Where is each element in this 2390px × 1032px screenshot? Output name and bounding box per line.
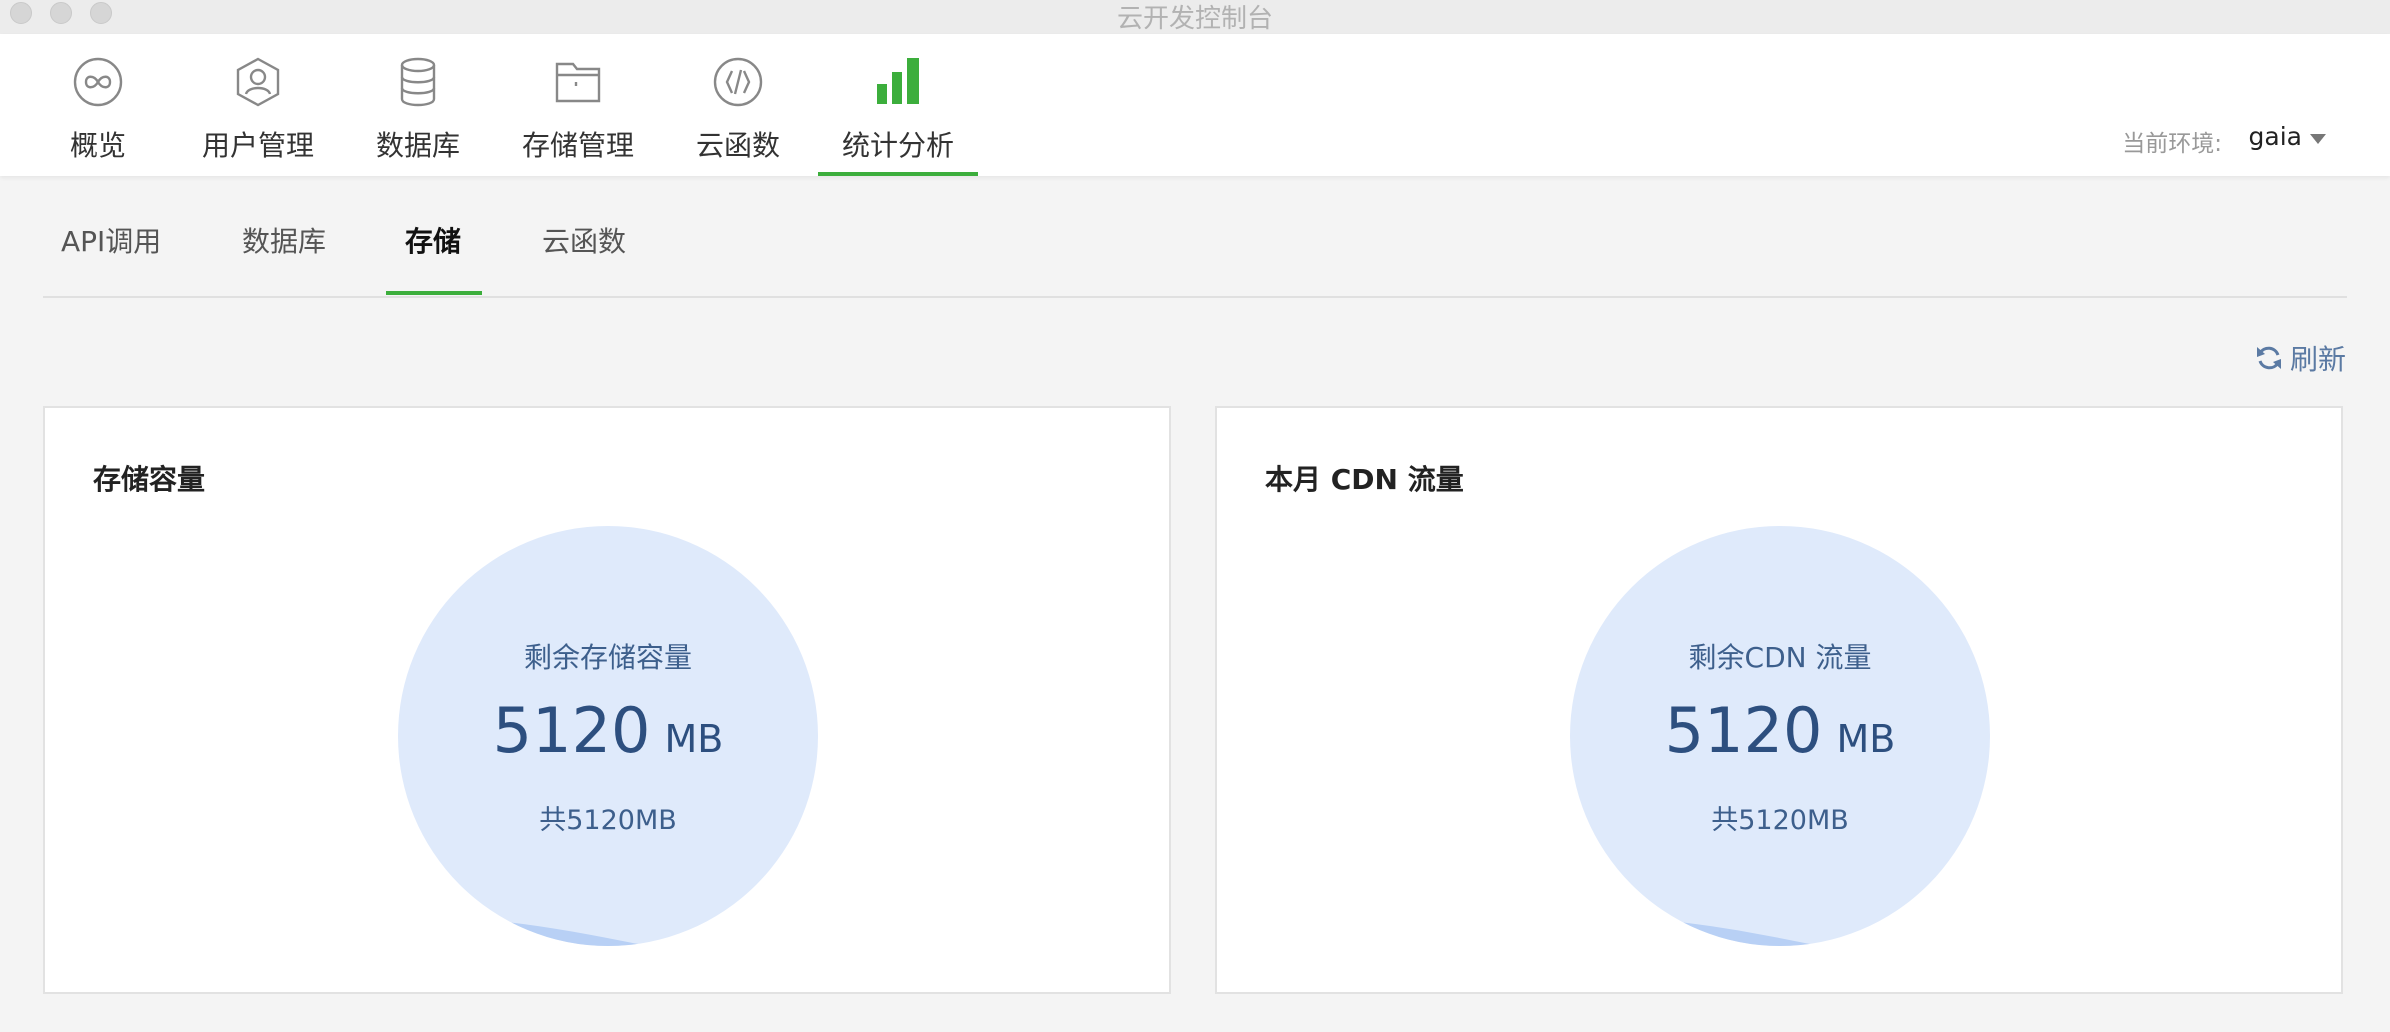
gauge-value-unit: MB: [1836, 717, 1896, 761]
bar-chart-icon: [877, 58, 919, 104]
nav-item-cloud-functions[interactable]: 云函数: [690, 34, 786, 176]
caret-down-icon[interactable]: [2310, 134, 2326, 144]
storage-capacity-card: 存储容量 剩余存储容量 5120 MB 共5120MB: [43, 406, 1171, 994]
tab-api-calls[interactable]: API调用: [61, 220, 161, 260]
nav-label-cloud-functions: 云函数: [696, 129, 781, 162]
tab-cloud-functions[interactable]: 云函数: [542, 220, 626, 260]
card-title: 本月 CDN 流量: [1265, 463, 1464, 496]
window-titlebar: 云开发控制台: [0, 0, 2390, 34]
nav-label-database: 数据库: [376, 129, 461, 162]
gauge-value-number: 5120: [1664, 694, 1823, 767]
environment-selector[interactable]: gaia: [2249, 122, 2302, 151]
nav-item-statistics[interactable]: 统计分析: [818, 34, 978, 176]
top-navigation: 概览 用户管理 数据库 存储管理 云函数 统计分析 当前环境: gaia: [0, 34, 2390, 176]
nav-label-user-management: 用户管理: [202, 129, 315, 162]
gauge-value-number: 5120: [492, 694, 651, 767]
folder-icon: [555, 62, 601, 103]
gauge-label: 剩余CDN 流量: [1688, 641, 1872, 674]
nav-label-statistics: 统计分析: [842, 129, 955, 162]
refresh-label: 刷新: [2289, 343, 2346, 376]
gauge-total: 共5120MB: [1711, 805, 1849, 836]
function-code-icon: [713, 57, 763, 107]
database-icon: [400, 57, 436, 107]
nav-item-overview[interactable]: 概览: [50, 34, 146, 176]
subtab-bar: API调用 数据库 存储 云函数: [43, 176, 2347, 298]
nav-item-database[interactable]: 数据库: [370, 34, 466, 176]
nav-label-storage-management: 存储管理: [522, 129, 635, 162]
nav-label-overview: 概览: [70, 129, 127, 162]
nav-item-user-management[interactable]: 用户管理: [196, 34, 320, 176]
tab-storage[interactable]: 存储: [405, 220, 461, 260]
gauge-total: 共5120MB: [539, 805, 677, 836]
gauge-value: 5120 MB: [398, 694, 818, 767]
gauge-value-unit: MB: [664, 717, 724, 761]
active-tab-indicator: [386, 291, 482, 295]
window-title: 云开发控制台: [1116, 4, 1273, 34]
overview-infinity-icon: [73, 57, 123, 107]
gauge-label: 剩余存储容量: [523, 641, 692, 674]
cdn-gauge: 剩余CDN 流量 5120 MB 共5120MB: [1570, 526, 1990, 946]
user-icon: [236, 57, 280, 107]
cdn-traffic-card: 本月 CDN 流量 剩余CDN 流量 5120 MB 共5120MB: [1215, 406, 2343, 994]
gauge-value: 5120 MB: [1570, 694, 1990, 767]
environment-label: 当前环境:: [2122, 131, 2222, 157]
refresh-icon: [2256, 346, 2281, 370]
tab-database[interactable]: 数据库: [242, 220, 326, 260]
capacity-gauge: 剩余存储容量 5120 MB 共5120MB: [398, 526, 818, 946]
nav-item-storage-management[interactable]: 存储管理: [516, 34, 640, 176]
refresh-button[interactable]: 刷新: [2254, 338, 2346, 378]
card-title: 存储容量: [93, 463, 206, 496]
